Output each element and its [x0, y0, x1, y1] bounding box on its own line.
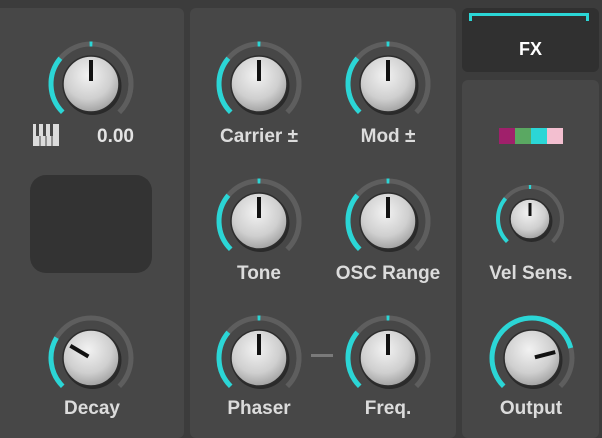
decay-knob-body: [62, 329, 120, 387]
mod-knob-range-left: [345, 56, 362, 115]
decay-knob-value-arc: [48, 336, 65, 389]
decay-knob[interactable]: [46, 313, 136, 403]
pitch-knob[interactable]: [46, 39, 136, 129]
vel-sens-knob[interactable]: [494, 183, 566, 255]
tone-label: Tone: [237, 263, 281, 284]
vel-sens-knob-range-left: [496, 197, 509, 244]
tone-knob[interactable]: [214, 176, 304, 266]
swatch-magenta[interactable]: [499, 128, 515, 144]
output-knob[interactable]: [487, 313, 577, 403]
freq-label: Freq.: [364, 398, 412, 419]
phaser-knob[interactable]: [214, 313, 304, 403]
freq-knob-range-left: [345, 330, 362, 389]
fx-label: FX: [518, 39, 542, 59]
phaser-label: Phaser: [227, 398, 291, 419]
pitch-knob-range-left: [48, 56, 65, 115]
output-label: Output: [499, 398, 563, 419]
color-swatches[interactable]: [499, 128, 563, 144]
mod-label: Mod ±: [360, 126, 416, 147]
carrier-knob-range-left: [216, 56, 233, 115]
tone-knob-range-left: [216, 193, 233, 252]
fx-button[interactable]: FX: [462, 8, 599, 72]
freq-knob[interactable]: [343, 313, 433, 403]
osc-range-label: OSC Range: [335, 263, 441, 284]
carrier-knob[interactable]: [214, 39, 304, 129]
link-dash: [311, 354, 333, 357]
phaser-knob-range-left: [216, 330, 233, 389]
decay-label: Decay: [64, 398, 120, 419]
carrier-label: Carrier ±: [219, 126, 299, 147]
xy-pad[interactable]: [30, 175, 152, 273]
osc-range-knob-range-left: [345, 193, 362, 252]
swatch-green[interactable]: [515, 128, 531, 144]
piano-keys-icon: [33, 124, 59, 146]
osc-range-knob[interactable]: [343, 176, 433, 266]
output-knob-body: [503, 329, 561, 387]
vel-sens-label: Vel Sens.: [489, 263, 573, 284]
pitch-value: 0.00: [97, 126, 134, 147]
mod-knob[interactable]: [343, 39, 433, 129]
swatch-cyan[interactable]: [531, 128, 547, 144]
fx-active-indicator: [469, 13, 589, 21]
swatch-pink[interactable]: [547, 128, 563, 144]
